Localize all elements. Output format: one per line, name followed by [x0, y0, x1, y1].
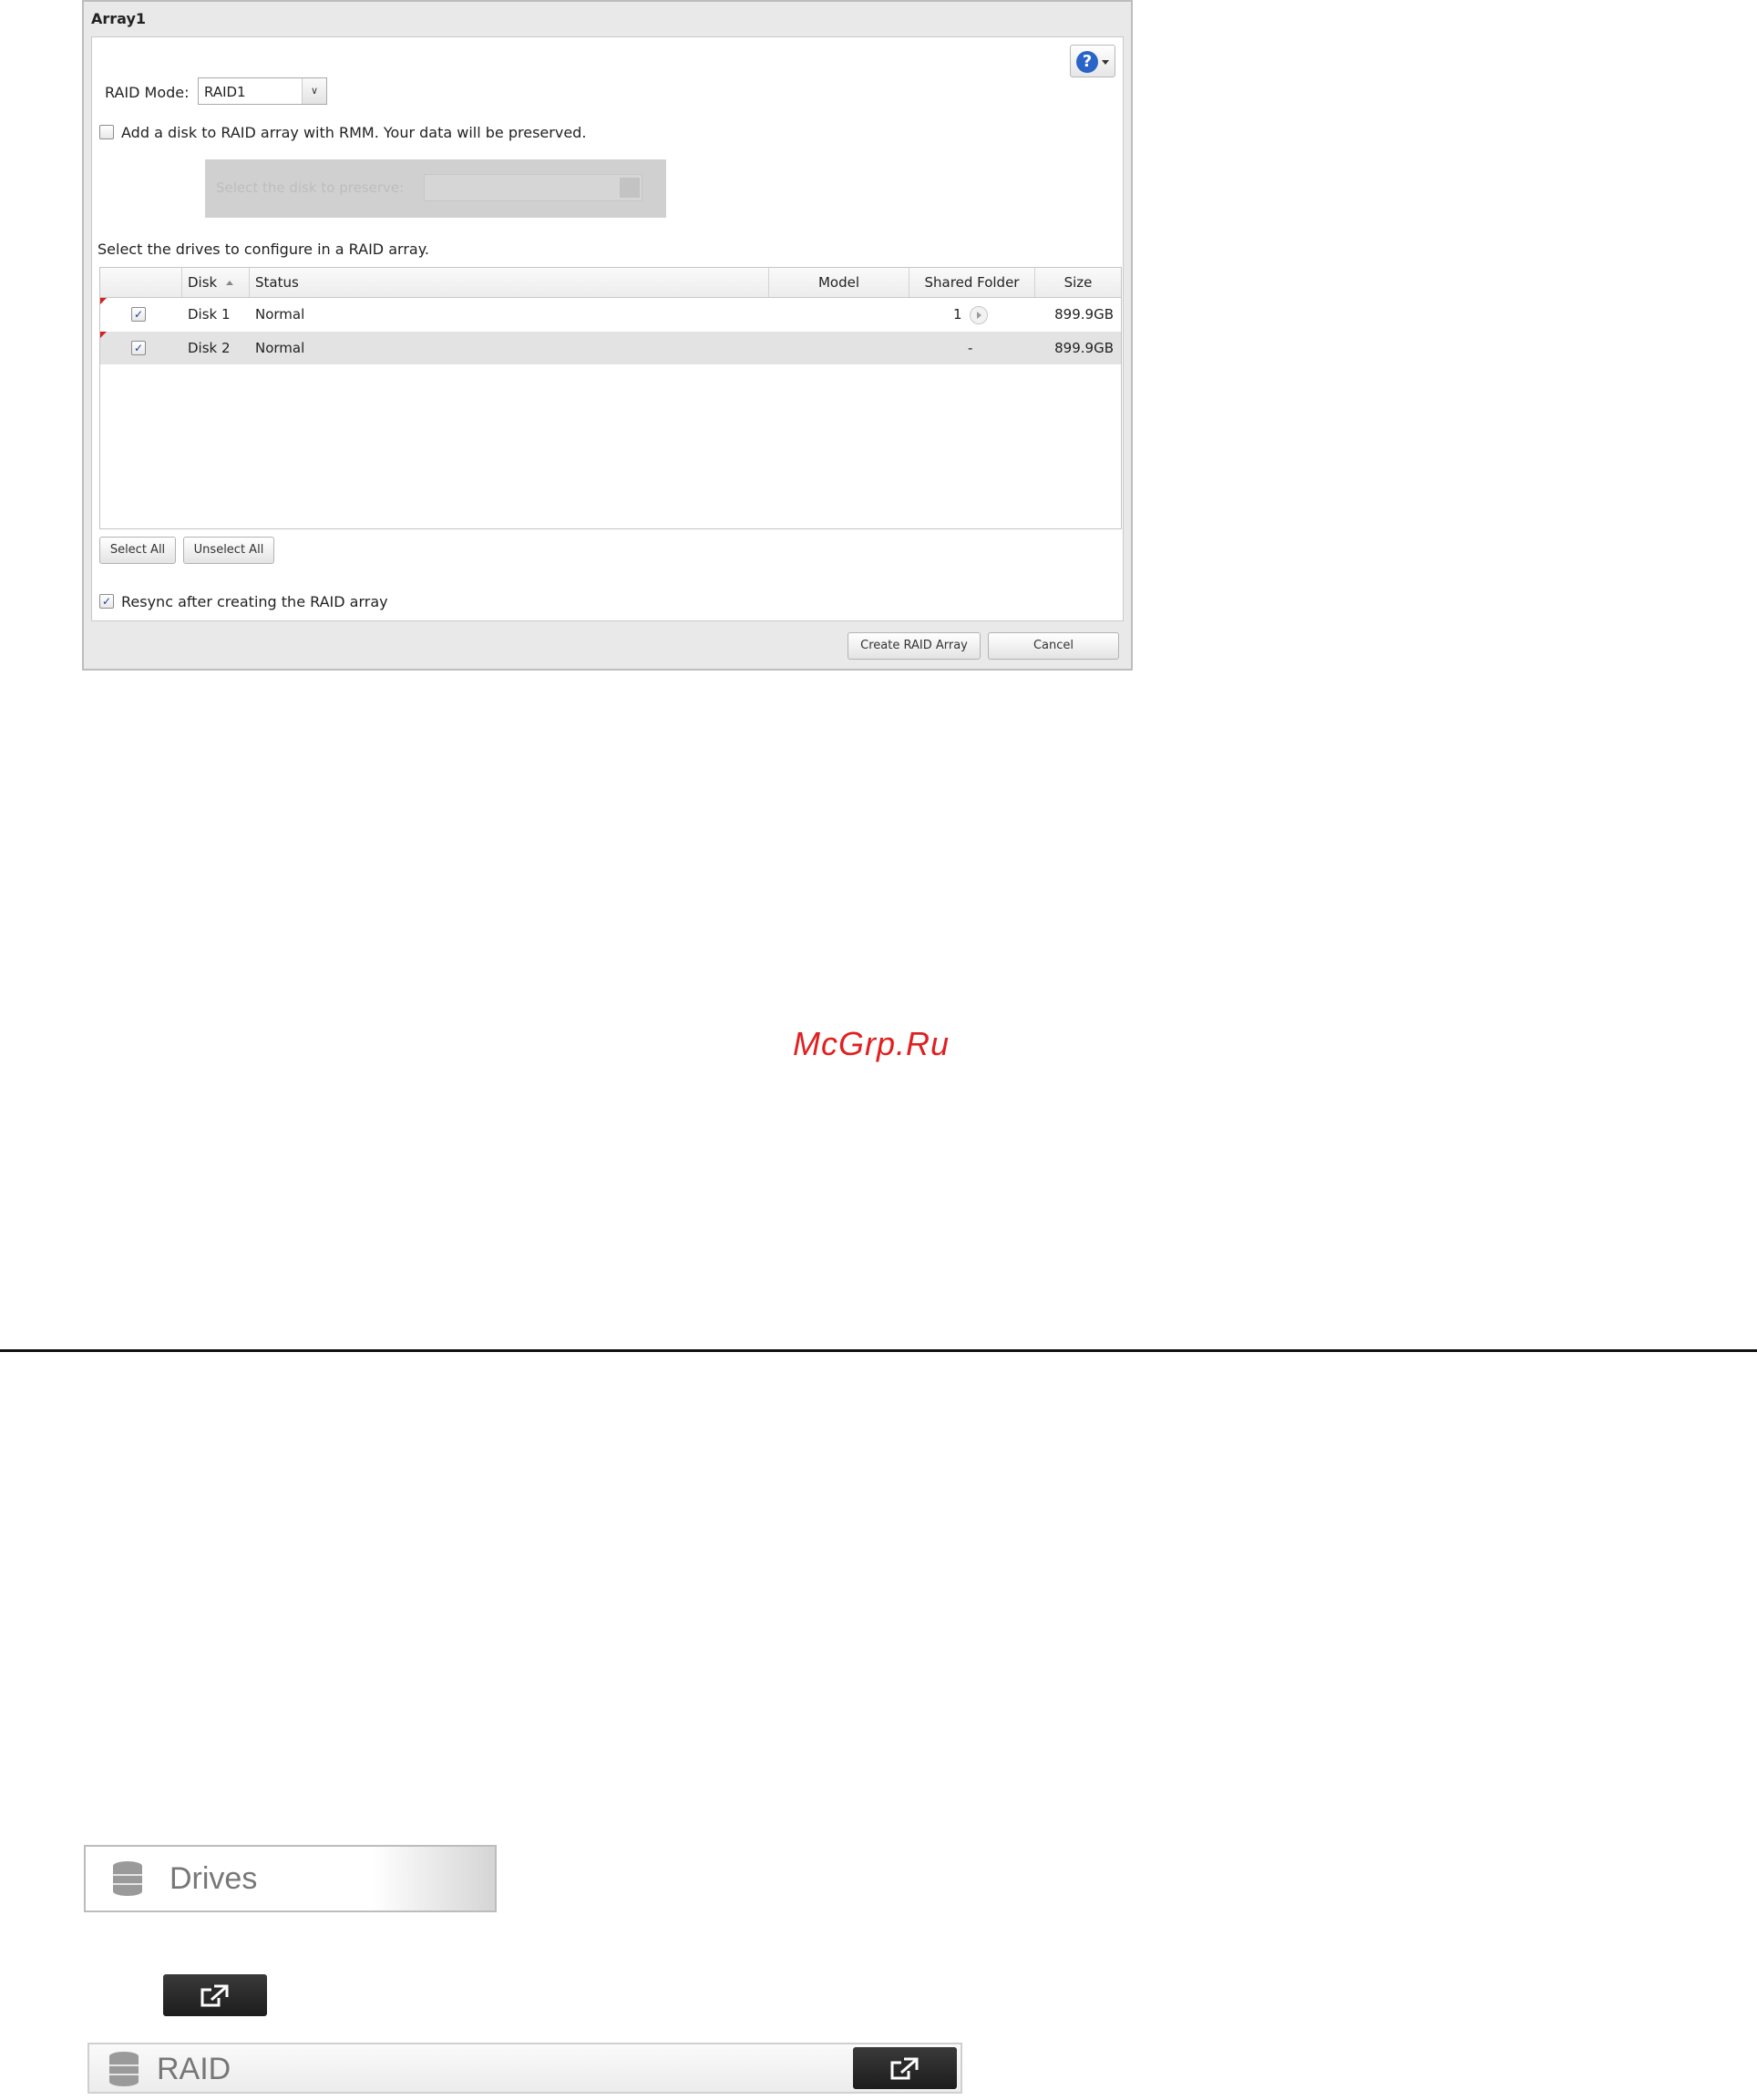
header-disk[interactable]: Disk: [182, 268, 250, 297]
header-shared-folder-label: Shared Folder: [924, 274, 1020, 291]
shared-folder-count: -: [968, 340, 973, 356]
header-model-label: Model: [817, 274, 860, 291]
play-arrow-icon[interactable]: [969, 305, 988, 324]
header-status[interactable]: Status: [250, 268, 769, 297]
disk-2-checkbox[interactable]: ✓: [131, 341, 146, 355]
external-link-button[interactable]: [853, 2047, 957, 2089]
modified-marker: [100, 332, 107, 338]
raid-mode-select[interactable]: RAID1 ∨: [198, 77, 327, 105]
disk-size: 899.9GB: [1054, 340, 1114, 356]
watermark: McGrp.Ru: [793, 1025, 950, 1062]
header-checkbox-col: [100, 268, 182, 297]
database-icon: [109, 2052, 139, 2086]
database-icon: [113, 1861, 142, 1896]
resync-label: Resync after creating the RAID array: [121, 593, 388, 610]
table-row[interactable]: ✓ Disk 1 Normal 1 899.9GB: [100, 298, 1121, 331]
disk-status: Normal: [255, 340, 305, 356]
sort-ascending-icon: [226, 281, 234, 285]
create-raid-array-button[interactable]: Create RAID Array: [848, 632, 981, 660]
dialog-body: ? RAID Mode: RAID1 ∨ Add a disk to RAID …: [91, 36, 1124, 621]
select-all-button[interactable]: Select All: [99, 537, 176, 564]
cancel-button[interactable]: Cancel: [988, 632, 1119, 660]
header-model[interactable]: Model: [769, 268, 909, 297]
table-row[interactable]: ✓ Disk 2 Normal - 899.9GB: [100, 332, 1121, 364]
question-icon: ?: [1076, 51, 1098, 73]
rmm-checkbox[interactable]: [99, 125, 114, 139]
preserve-disk-select: [424, 174, 642, 201]
chevron-down-icon: [620, 178, 640, 198]
raid-tab-label: RAID: [157, 2052, 231, 2086]
external-link-button[interactable]: [163, 1974, 267, 2016]
disk-name: Disk 2: [188, 340, 231, 356]
resync-checkbox[interactable]: ✓: [99, 594, 114, 609]
preserve-disk-panel: Select the disk to preserve:: [205, 159, 666, 218]
external-link-icon: [890, 2057, 919, 2080]
header-status-label: Status: [255, 274, 299, 291]
raid-tab[interactable]: RAID: [87, 2043, 962, 2094]
rmm-label: Add a disk to RAID array with RMM. Your …: [121, 124, 587, 141]
disk-name: Disk 1: [188, 306, 231, 323]
raid-array-dialog: Array1 ? RAID Mode: RAID1 ∨ Add a disk t…: [82, 0, 1133, 671]
modified-marker: [100, 298, 107, 304]
raid-mode-value: RAID1: [204, 84, 246, 100]
caret-down-icon: [1102, 60, 1109, 65]
drives-tab-label: Drives: [170, 1861, 258, 1896]
header-size-label: Size: [1063, 274, 1093, 291]
shared-folder-count: 1: [953, 306, 962, 323]
help-button[interactable]: ?: [1070, 45, 1115, 77]
drives-table: Disk Status Model Shared Folder Size ✓ D…: [99, 267, 1122, 529]
dialog-footer: Create RAID Array Cancel: [91, 625, 1124, 665]
header-size[interactable]: Size: [1035, 268, 1121, 297]
dialog-title: Array1: [91, 10, 147, 27]
disk-status: Normal: [255, 306, 305, 323]
page-divider: [0, 1349, 1757, 1352]
header-shared-folder[interactable]: Shared Folder: [909, 268, 1035, 297]
table-header: Disk Status Model Shared Folder Size: [100, 268, 1121, 298]
raid-mode-label: RAID Mode:: [105, 84, 190, 101]
chevron-down-icon[interactable]: ∨: [302, 78, 326, 104]
disk-size: 899.9GB: [1054, 306, 1114, 323]
unselect-all-button[interactable]: Unselect All: [183, 537, 274, 564]
preserve-disk-label: Select the disk to preserve:: [216, 179, 405, 196]
shared-folder-cell: 1: [953, 298, 988, 331]
header-disk-label: Disk: [188, 274, 218, 291]
drives-tab[interactable]: Drives: [84, 1845, 497, 1912]
external-link-icon: [200, 1984, 229, 2007]
select-drives-text: Select the drives to configure in a RAID…: [98, 241, 429, 258]
disk-1-checkbox[interactable]: ✓: [131, 307, 146, 322]
